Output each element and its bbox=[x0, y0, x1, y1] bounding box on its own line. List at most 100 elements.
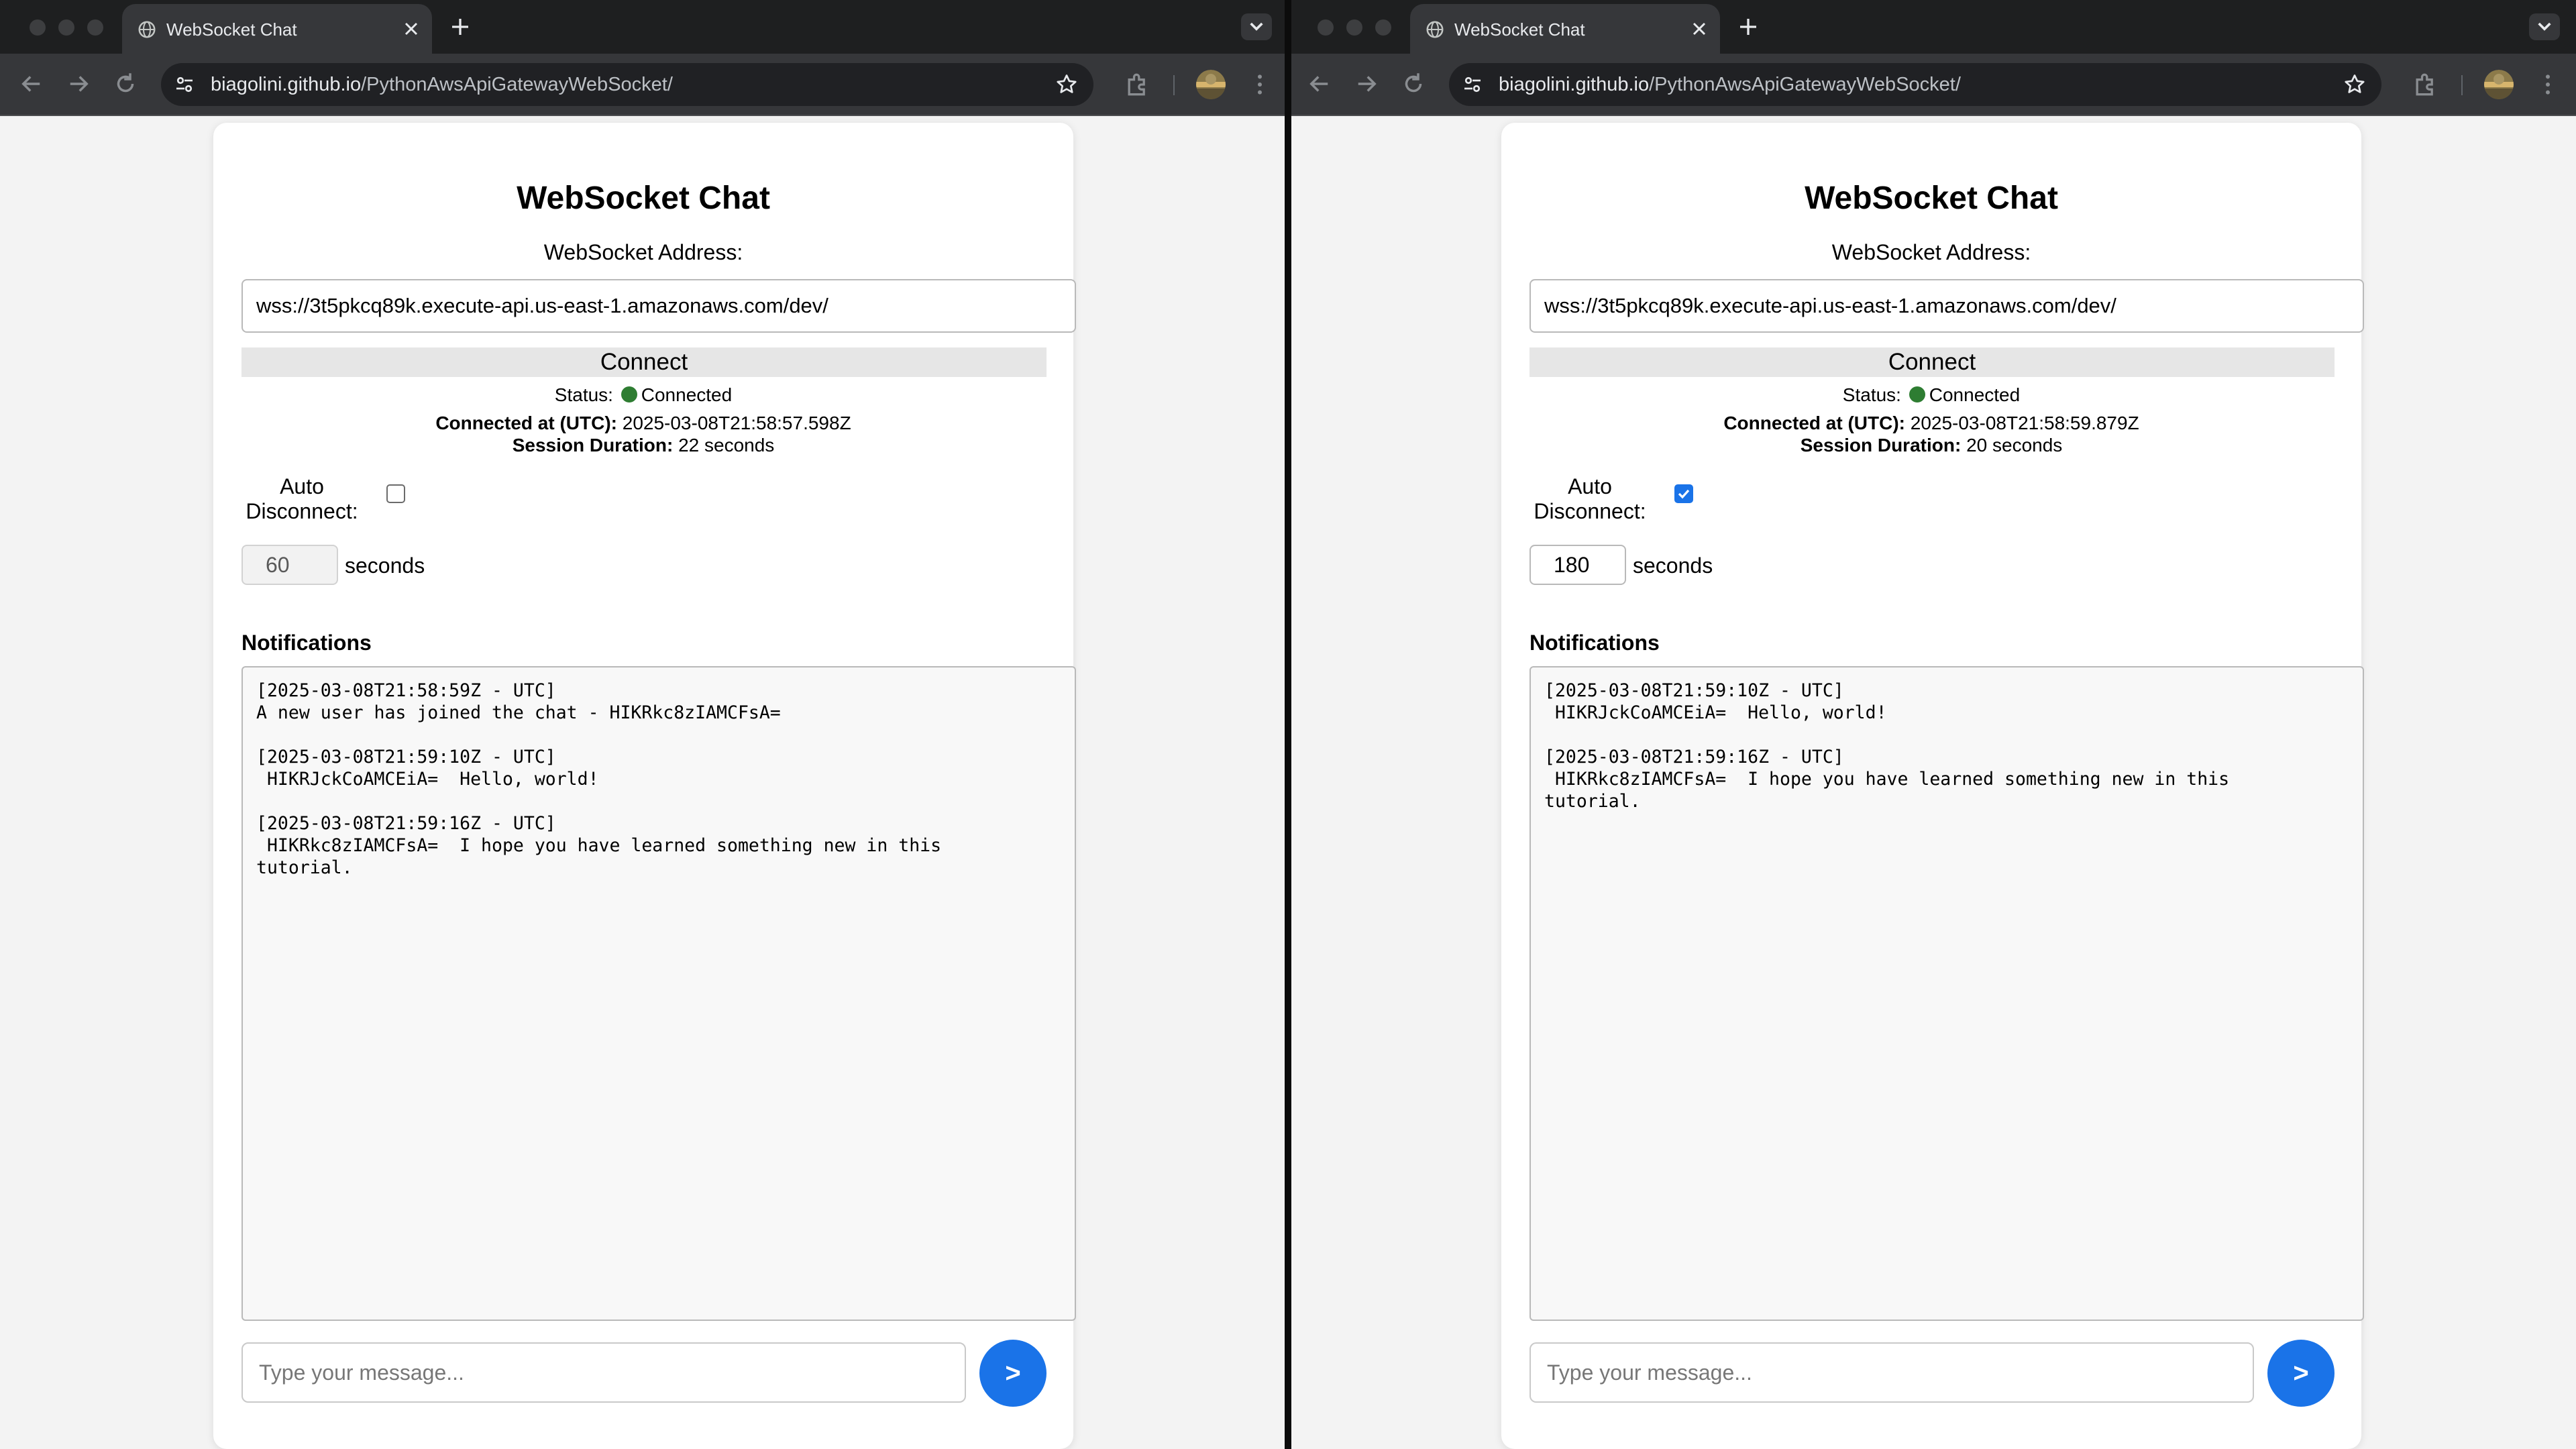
profile-avatar[interactable] bbox=[1196, 70, 1226, 99]
url-path: /PythonAwsApiGatewayWebSocket/ bbox=[361, 74, 673, 95]
status-indicator-icon bbox=[1909, 386, 1925, 402]
auto-disconnect-label: Auto Disconnect: bbox=[246, 474, 358, 523]
connected-at-value: 2025-03-08T21:58:57.598Z bbox=[622, 413, 851, 433]
forward-arrow-icon[interactable] bbox=[1352, 70, 1381, 98]
chat-card: WebSocket Chat WebSocket Address: Connec… bbox=[213, 123, 1076, 1449]
connect-button[interactable]: Connect bbox=[1529, 347, 2334, 377]
close-window-button[interactable] bbox=[1318, 19, 1334, 36]
browser-toolbar: biagolini.github.io/PythonAwsApiGatewayW… bbox=[1288, 54, 2576, 116]
chat-card: WebSocket Chat WebSocket Address: Connec… bbox=[1501, 123, 2364, 1449]
browser-tab[interactable]: WebSocket Chat bbox=[1410, 4, 1720, 54]
chevron-down-icon bbox=[1250, 22, 1263, 31]
auto-disconnect-label: Auto Disconnect: bbox=[1534, 474, 1646, 523]
maximize-window-button[interactable] bbox=[1375, 19, 1391, 36]
session-duration-value: 20 seconds bbox=[1966, 435, 2063, 455]
connect-button[interactable]: Connect bbox=[241, 347, 1046, 377]
auto-disconnect-checkbox[interactable] bbox=[1674, 484, 1693, 503]
notification-entry: [2025-03-08T21:58:59Z - UTC] A new user … bbox=[256, 680, 781, 723]
tab-search-button[interactable] bbox=[1241, 13, 1272, 40]
window-controls bbox=[1318, 19, 1391, 36]
back-arrow-icon[interactable] bbox=[1305, 70, 1334, 98]
send-button[interactable]: > bbox=[979, 1340, 1046, 1407]
window-controls bbox=[30, 19, 103, 36]
minimize-window-button[interactable] bbox=[58, 19, 74, 36]
auto-disconnect-checkbox[interactable] bbox=[386, 484, 405, 503]
back-arrow-icon[interactable] bbox=[17, 70, 46, 98]
new-tab-icon[interactable] bbox=[448, 15, 472, 39]
extensions-puzzle-icon[interactable] bbox=[2411, 70, 2440, 99]
tab-strip: WebSocket Chat bbox=[0, 0, 1288, 54]
close-tab-icon[interactable] bbox=[400, 18, 422, 40]
seconds-label: seconds bbox=[345, 553, 425, 578]
site-settings-icon[interactable] bbox=[1460, 72, 1485, 97]
avatar-icon bbox=[2484, 70, 2514, 99]
notifications-heading: Notifications bbox=[1529, 631, 1660, 655]
close-window-button[interactable] bbox=[30, 19, 46, 36]
auto-disconnect-seconds-input[interactable] bbox=[241, 545, 338, 585]
browser-menu-icon[interactable] bbox=[2534, 70, 2561, 99]
send-button[interactable]: > bbox=[2267, 1340, 2334, 1407]
status-value: Connected bbox=[641, 384, 733, 405]
address-bar[interactable]: biagolini.github.io/PythonAwsApiGatewayW… bbox=[1449, 63, 2381, 106]
window-separator bbox=[1285, 0, 1291, 1449]
notification-entry: [2025-03-08T21:59:16Z - UTC] HIKRkc8zIAM… bbox=[1544, 747, 2230, 812]
notification-entry: [2025-03-08T21:59:16Z - UTC] HIKRkc8zIAM… bbox=[256, 813, 942, 878]
extensions-puzzle-icon[interactable] bbox=[1123, 70, 1152, 99]
minimize-window-button[interactable] bbox=[1346, 19, 1362, 36]
profile-avatar[interactable] bbox=[2484, 70, 2514, 99]
websocket-address-label: WebSocket Address: bbox=[1831, 240, 2031, 264]
message-input[interactable] bbox=[1529, 1342, 2254, 1403]
session-duration-label: Session Duration: bbox=[512, 435, 674, 455]
websocket-address-input[interactable] bbox=[241, 279, 1076, 333]
avatar-icon bbox=[1196, 70, 1226, 99]
connected-at-label: Connected at (UTC): bbox=[1723, 413, 1905, 433]
site-settings-icon[interactable] bbox=[172, 72, 197, 97]
globe-icon bbox=[1426, 21, 1444, 38]
page-viewport: WebSocket Chat WebSocket Address: Connec… bbox=[0, 116, 1288, 1449]
session-duration-label: Session Duration: bbox=[1800, 435, 1962, 455]
browser-window-right: WebSocket Chat biagolini.github.io/Pytho… bbox=[1288, 0, 2576, 1449]
browser-tab[interactable]: WebSocket Chat bbox=[122, 4, 432, 54]
new-tab-icon[interactable] bbox=[1736, 15, 1760, 39]
session-duration-line: Session Duration: 22 seconds bbox=[213, 435, 1073, 456]
bookmark-star-icon[interactable] bbox=[2343, 72, 2367, 97]
notification-entry: [2025-03-08T21:59:10Z - UTC] HIKRJckCoAM… bbox=[1544, 680, 1887, 723]
page-title: WebSocket Chat bbox=[1805, 180, 2058, 216]
status-label: Status: bbox=[1842, 384, 1901, 405]
page-title: WebSocket Chat bbox=[517, 180, 770, 216]
tab-title: WebSocket Chat bbox=[166, 19, 297, 40]
connected-at-label: Connected at (UTC): bbox=[435, 413, 617, 433]
browser-toolbar: biagolini.github.io/PythonAwsApiGatewayW… bbox=[0, 54, 1288, 116]
status-line: Status: Connected bbox=[213, 384, 1073, 406]
session-duration-line: Session Duration: 20 seconds bbox=[1501, 435, 2361, 456]
tab-title: WebSocket Chat bbox=[1454, 19, 1585, 40]
toolbar-divider bbox=[2461, 75, 2463, 95]
connected-at-line: Connected at (UTC): 2025-03-08T21:58:57.… bbox=[213, 413, 1073, 434]
url-text: biagolini.github.io/PythonAwsApiGatewayW… bbox=[1499, 63, 1961, 106]
forward-arrow-icon[interactable] bbox=[64, 70, 93, 98]
bookmark-star-icon[interactable] bbox=[1055, 72, 1079, 97]
auto-disconnect-seconds-input[interactable] bbox=[1529, 545, 1626, 585]
notifications-log[interactable]: [2025-03-08T21:59:10Z - UTC] HIKRJckCoAM… bbox=[1529, 666, 2364, 1321]
address-bar[interactable]: biagolini.github.io/PythonAwsApiGatewayW… bbox=[161, 63, 1093, 106]
close-tab-icon[interactable] bbox=[1688, 18, 1710, 40]
page-viewport: WebSocket Chat WebSocket Address: Connec… bbox=[1288, 116, 2576, 1449]
reload-icon[interactable] bbox=[111, 70, 140, 98]
status-indicator-icon bbox=[621, 386, 637, 402]
notifications-log[interactable]: [2025-03-08T21:58:59Z - UTC] A new user … bbox=[241, 666, 1076, 1321]
tab-search-button[interactable] bbox=[2529, 13, 2560, 40]
browser-menu-icon[interactable] bbox=[1246, 70, 1273, 99]
url-text: biagolini.github.io/PythonAwsApiGatewayW… bbox=[211, 63, 673, 106]
connected-at-value: 2025-03-08T21:58:59.879Z bbox=[1910, 413, 2139, 433]
url-path: /PythonAwsApiGatewayWebSocket/ bbox=[1649, 74, 1961, 95]
checkmark-icon bbox=[1678, 489, 1690, 499]
status-value: Connected bbox=[1929, 384, 2021, 405]
connected-at-line: Connected at (UTC): 2025-03-08T21:58:59.… bbox=[1501, 413, 2361, 434]
tab-strip: WebSocket Chat bbox=[1288, 0, 2576, 54]
websocket-address-input[interactable] bbox=[1529, 279, 2364, 333]
status-label: Status: bbox=[554, 384, 613, 405]
message-input[interactable] bbox=[241, 1342, 966, 1403]
maximize-window-button[interactable] bbox=[87, 19, 103, 36]
reload-icon[interactable] bbox=[1399, 70, 1428, 98]
notifications-heading: Notifications bbox=[241, 631, 372, 655]
